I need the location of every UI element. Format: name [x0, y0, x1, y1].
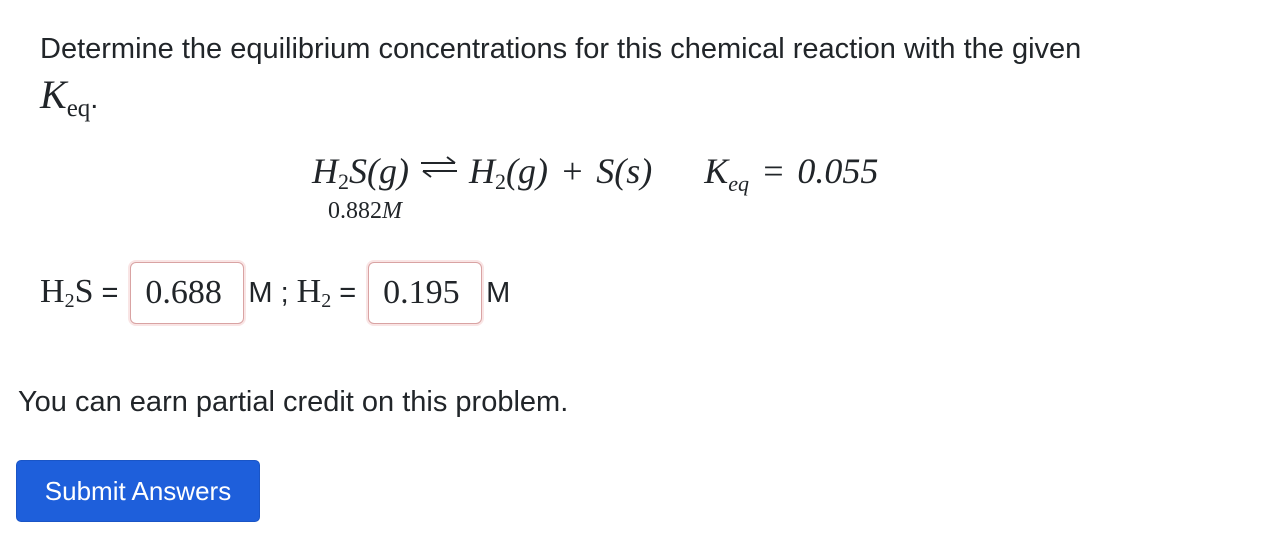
prompt-text: Determine the equilibrium concentrations…	[40, 33, 1082, 65]
initial-concentration: 0.882M	[328, 198, 402, 224]
product-s: S(s)	[596, 151, 653, 191]
h2-unit: M	[486, 276, 511, 309]
answer-row: H2S = 0.688 M ; H2 = 0.195 M	[40, 262, 510, 324]
keq-subscript: eq	[66, 95, 91, 122]
h2-answer-input[interactable]: 0.195	[368, 262, 483, 324]
prompt-period: .	[90, 83, 99, 115]
keq-letter: K	[40, 72, 67, 117]
reactant-h2s: H2S(g)	[312, 151, 409, 194]
partial-credit-note: You can earn partial credit on this prob…	[18, 386, 569, 418]
equals-sign: =	[761, 151, 786, 191]
submit-answers-button[interactable]: Submit Answers	[16, 460, 260, 522]
answer-separator: ;	[280, 276, 289, 309]
h2s-answer-input[interactable]: 0.688	[130, 262, 245, 324]
keq-value: 0.055	[797, 151, 879, 191]
plus-sign: +	[559, 151, 585, 191]
h2-answer-value: 0.195	[383, 274, 460, 311]
keq-symbol: Keq	[704, 151, 750, 196]
h2s-equals: =	[101, 276, 119, 309]
h2-label: H2	[296, 273, 332, 312]
h2s-unit: M	[248, 276, 273, 309]
h2s-label: H2S	[40, 273, 94, 312]
h2s-answer-value: 0.688	[145, 274, 222, 311]
h2-equals: =	[339, 276, 357, 309]
product-h2: H2(g)	[468, 151, 548, 194]
equilibrium-arrow-icon	[420, 156, 457, 178]
keq-inline-symbol: Keq	[40, 72, 90, 122]
reaction-equation: H2S(g) H2(g) + S(s) Keq = 0.055	[312, 150, 878, 202]
question-prompt: Determine the equilibrium concentrations…	[40, 26, 1260, 132]
